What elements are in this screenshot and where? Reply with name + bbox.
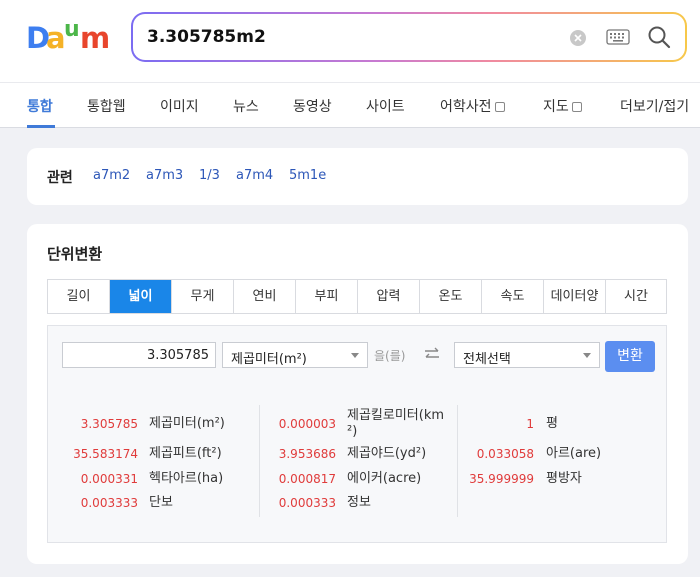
result-unit: 아르(are) (546, 446, 602, 461)
result-value: 0.000333 (278, 496, 336, 510)
value-input[interactable] (62, 342, 216, 368)
result-value: 0.033058 (476, 447, 534, 461)
search-icon[interactable] (647, 25, 671, 49)
unit-converter: 단위변환 길이 넓이 무게 연비 부피 압력 온도 속도 데이터양 시간 제곱미… (27, 224, 688, 564)
result-value: 0.000331 (80, 472, 138, 486)
related-title: 관련 (47, 170, 73, 186)
result-unit: 정보 (347, 495, 371, 510)
result-unit: 제곱미터(m²) (149, 416, 225, 431)
related-link[interactable]: a7m2 (93, 168, 130, 183)
tab-dictionary-label: 어학사전 (440, 99, 492, 115)
search-tabs: 통합 통합웹 이미지 뉴스 동영상 사이트 어학사전 지도 더보기/접기 (0, 82, 700, 128)
tab-video[interactable]: 동영상 (293, 96, 332, 116)
search-box (131, 12, 687, 62)
unit-tab-fuel[interactable]: 연비 (234, 280, 296, 313)
unit-tab-data[interactable]: 데이터양 (544, 280, 606, 313)
result-value: 35.583174 (73, 447, 138, 461)
result-value: 1 (526, 417, 534, 431)
header: D a u m (0, 0, 700, 82)
result-unit: 헥타아르(ha) (149, 471, 224, 486)
convert-button[interactable]: 변환 (605, 341, 655, 372)
result-value: 3.305785 (80, 417, 138, 431)
unit-tab-pressure[interactable]: 압력 (358, 280, 420, 313)
related-link[interactable]: a7m4 (236, 168, 273, 183)
related-link[interactable]: 5m1e (289, 168, 326, 183)
chevron-down-icon (351, 353, 359, 358)
tab-more[interactable]: 더보기/접기 (620, 96, 689, 116)
svg-text:a: a (46, 21, 66, 53)
tab-site[interactable]: 사이트 (366, 96, 405, 116)
result-unit: 평 (546, 416, 558, 431)
daum-logo[interactable]: D a u m (26, 21, 112, 53)
result-unit: 에이커(acre) (347, 471, 422, 486)
related-searches: 관련 a7m2 a7m3 1/3 a7m4 5m1e (27, 148, 688, 205)
unit-tab-length[interactable]: 길이 (48, 280, 110, 313)
result-value: 0.000817 (278, 472, 336, 486)
active-tab-indicator (27, 125, 55, 128)
result-unit: 제곱킬로미터(km²) (347, 408, 445, 439)
tab-map[interactable]: 지도 (543, 96, 582, 116)
keyboard-icon[interactable] (606, 29, 630, 45)
tab-web[interactable]: 통합웹 (87, 96, 126, 116)
particle-label: 을(를) (374, 349, 406, 363)
unit-converter-title: 단위변환 (47, 245, 103, 263)
result-unit: 평방자 (546, 471, 582, 486)
result-value: 0.003333 (80, 496, 138, 510)
conversion-panel: 제곱미터(m²) 을(를) 전체선택 변환 3.305785 제곱미터(m²) … (47, 325, 667, 543)
tab-dictionary[interactable]: 어학사전 (440, 96, 505, 116)
unit-category-tabs: 길이 넓이 무게 연비 부피 압력 온도 속도 데이터양 시간 (47, 279, 667, 314)
result-unit: 제곱피트(ft²) (149, 446, 222, 461)
external-window-icon (494, 102, 505, 112)
tab-map-label: 지도 (543, 99, 569, 115)
unit-tab-speed[interactable]: 속도 (482, 280, 544, 313)
result-unit: 단보 (149, 495, 173, 510)
unit-tab-volume[interactable]: 부피 (296, 280, 358, 313)
unit-tab-time[interactable]: 시간 (606, 280, 666, 313)
related-link[interactable]: a7m3 (146, 168, 183, 183)
related-link[interactable]: 1/3 (199, 168, 220, 183)
result-value: 3.953686 (278, 447, 336, 461)
column-divider (457, 405, 458, 517)
result-value: 35.999999 (469, 472, 534, 486)
external-window-icon (571, 102, 582, 112)
column-divider (259, 405, 260, 517)
result-unit: 제곱야드(yd²) (347, 446, 427, 461)
clear-icon[interactable] (570, 30, 586, 46)
from-unit-label: 제곱미터(m²) (231, 352, 307, 367)
to-unit-label: 전체선택 (463, 352, 511, 367)
unit-tab-area[interactable]: 넓이 (110, 280, 172, 313)
svg-text:m: m (80, 21, 110, 53)
tab-image[interactable]: 이미지 (160, 96, 199, 116)
to-unit-select[interactable]: 전체선택 (454, 342, 600, 368)
unit-tab-temperature[interactable]: 온도 (420, 280, 482, 313)
search-input[interactable] (147, 24, 527, 50)
from-unit-select[interactable]: 제곱미터(m²) (222, 342, 368, 368)
result-value: 0.000003 (278, 417, 336, 431)
chevron-down-icon (583, 353, 591, 358)
swap-icon[interactable] (424, 346, 440, 362)
tab-news[interactable]: 뉴스 (233, 96, 259, 116)
unit-tab-weight[interactable]: 무게 (172, 280, 234, 313)
tab-total[interactable]: 통합 (27, 96, 53, 116)
svg-text:u: u (64, 21, 80, 42)
